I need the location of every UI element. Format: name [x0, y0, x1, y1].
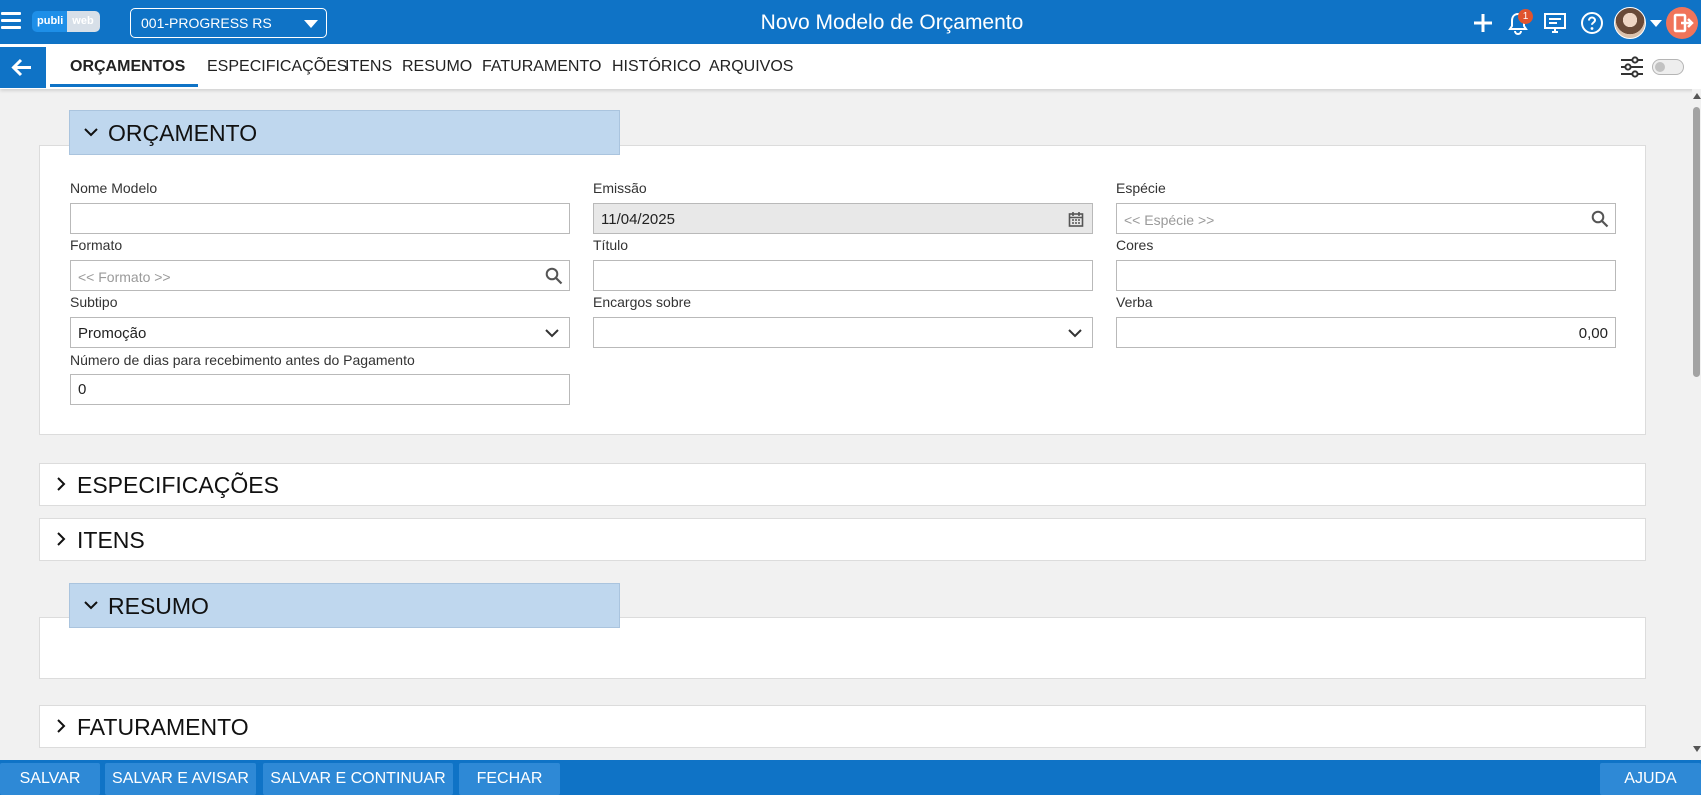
subtipo-label: Subtipo — [70, 294, 118, 310]
plus-icon[interactable] — [1472, 12, 1494, 34]
verba-label: Verba — [1116, 294, 1153, 310]
emissao-value: 11/04/2025 — [601, 211, 675, 228]
especie-placeholder: << Espécie >> — [1124, 212, 1215, 228]
tab-resumo[interactable]: RESUMO — [402, 58, 472, 76]
chevron-down-icon — [304, 20, 318, 28]
calendar-icon[interactable] — [1068, 211, 1084, 228]
help-button[interactable]: AJUDA — [1600, 763, 1701, 795]
tab-bar: ORÇAMENTOS ESPECIFICAÇÕES ITENS RESUMO F… — [0, 44, 1701, 89]
section-header-resumo[interactable]: RESUMO — [69, 583, 620, 628]
filter-settings-icon[interactable] — [1620, 56, 1644, 78]
section-header-faturamento[interactable]: FATURAMENTO — [39, 705, 1646, 748]
verba-value: 0,00 — [1578, 325, 1608, 342]
footer-bar: SALVAR SALVAR E AVISAR SALVAR E CONTINUA… — [0, 760, 1701, 795]
page-title: Novo Modelo de Orçamento — [760, 11, 1024, 34]
nome-modelo-input[interactable] — [70, 203, 570, 234]
cores-label: Cores — [1116, 237, 1154, 253]
scroll-up-icon[interactable] — [1693, 93, 1701, 99]
active-tab-indicator — [50, 84, 198, 87]
unit-selector-value: 001-PROGRESS RS — [141, 15, 272, 31]
page-scrollbar[interactable] — [1692, 89, 1701, 756]
chevron-down-icon — [1068, 329, 1082, 338]
section-header-itens[interactable]: ITENS — [39, 518, 1646, 561]
save-button[interactable]: SALVAR — [0, 763, 100, 795]
section-header-orcamento[interactable]: ORÇAMENTO — [69, 110, 620, 155]
tab-especificacoes[interactable]: ESPECIFICAÇÕES — [207, 58, 347, 76]
subtipo-select[interactable]: Promoção — [70, 317, 570, 348]
monitor-icon[interactable] — [1543, 12, 1567, 34]
chevron-down-icon — [84, 128, 98, 137]
chevron-down-icon — [84, 601, 98, 610]
tab-itens[interactable]: ITENS — [345, 58, 392, 76]
section-title: RESUMO — [108, 593, 209, 619]
section-title: ORÇAMENTO — [108, 120, 258, 146]
save-and-notify-button[interactable]: SALVAR E AVISAR — [105, 763, 256, 795]
cores-input[interactable] — [1116, 260, 1616, 291]
view-toggle[interactable] — [1652, 59, 1684, 75]
arrow-left-icon — [11, 58, 31, 77]
back-button[interactable] — [0, 47, 46, 88]
search-icon[interactable] — [1591, 210, 1609, 228]
chevron-right-icon — [57, 719, 66, 733]
scrollbar-thumb[interactable] — [1693, 107, 1700, 377]
formato-label: Formato — [70, 237, 123, 253]
close-button[interactable]: FECHAR — [459, 763, 560, 795]
publiweb-logo: publi web — [32, 11, 100, 32]
chevron-down-icon[interactable] — [1650, 20, 1662, 27]
section-title: ESPECIFICAÇÕES — [77, 472, 279, 498]
menu-icon[interactable] — [1, 12, 21, 30]
search-icon[interactable] — [545, 267, 563, 285]
chevron-right-icon — [57, 477, 66, 491]
chevron-right-icon — [57, 532, 66, 546]
top-bar: publi web 001-PROGRESS RS Novo Modelo de… — [0, 0, 1701, 44]
tab-arquivos[interactable]: ARQUIVOS — [709, 58, 793, 76]
section-title: ITENS — [77, 527, 145, 553]
encargos-select[interactable] — [593, 317, 1093, 348]
nome-modelo-label: Nome Modelo — [70, 180, 158, 196]
section-header-especificacoes[interactable]: ESPECIFICAÇÕES — [39, 463, 1646, 506]
section-title: FATURAMENTO — [77, 714, 249, 740]
formato-placeholder: << Formato >> — [78, 269, 171, 285]
titulo-input[interactable] — [593, 260, 1093, 291]
scroll-down-icon[interactable] — [1693, 746, 1701, 752]
tab-orcamentos[interactable]: ORÇAMENTOS — [70, 58, 185, 76]
especie-label: Espécie — [1116, 180, 1166, 196]
unit-selector[interactable]: 001-PROGRESS RS — [130, 8, 327, 38]
especie-lookup[interactable]: << Espécie >> — [1116, 203, 1616, 234]
logout-icon[interactable] — [1666, 7, 1698, 39]
chevron-down-icon — [545, 329, 559, 338]
formato-lookup[interactable]: << Formato >> — [70, 260, 570, 291]
emissao-label: Emissão — [593, 180, 647, 196]
help-icon[interactable] — [1580, 11, 1604, 35]
tab-historico[interactable]: HISTÓRICO — [612, 58, 701, 76]
notification-badge: 1 — [1518, 9, 1533, 24]
emissao-field[interactable]: 11/04/2025 — [593, 203, 1093, 234]
titulo-label: Título — [593, 237, 629, 253]
verba-input[interactable]: 0,00 — [1116, 317, 1616, 348]
encargos-label: Encargos sobre — [593, 294, 692, 310]
dias-label: Número de dias para recebimento antes do… — [70, 352, 415, 368]
tab-faturamento[interactable]: FATURAMENTO — [482, 58, 601, 76]
subtipo-value: Promoção — [78, 325, 147, 342]
save-and-continue-button[interactable]: SALVAR E CONTINUAR — [263, 763, 453, 795]
avatar[interactable] — [1614, 7, 1646, 39]
dias-input[interactable] — [70, 374, 570, 405]
